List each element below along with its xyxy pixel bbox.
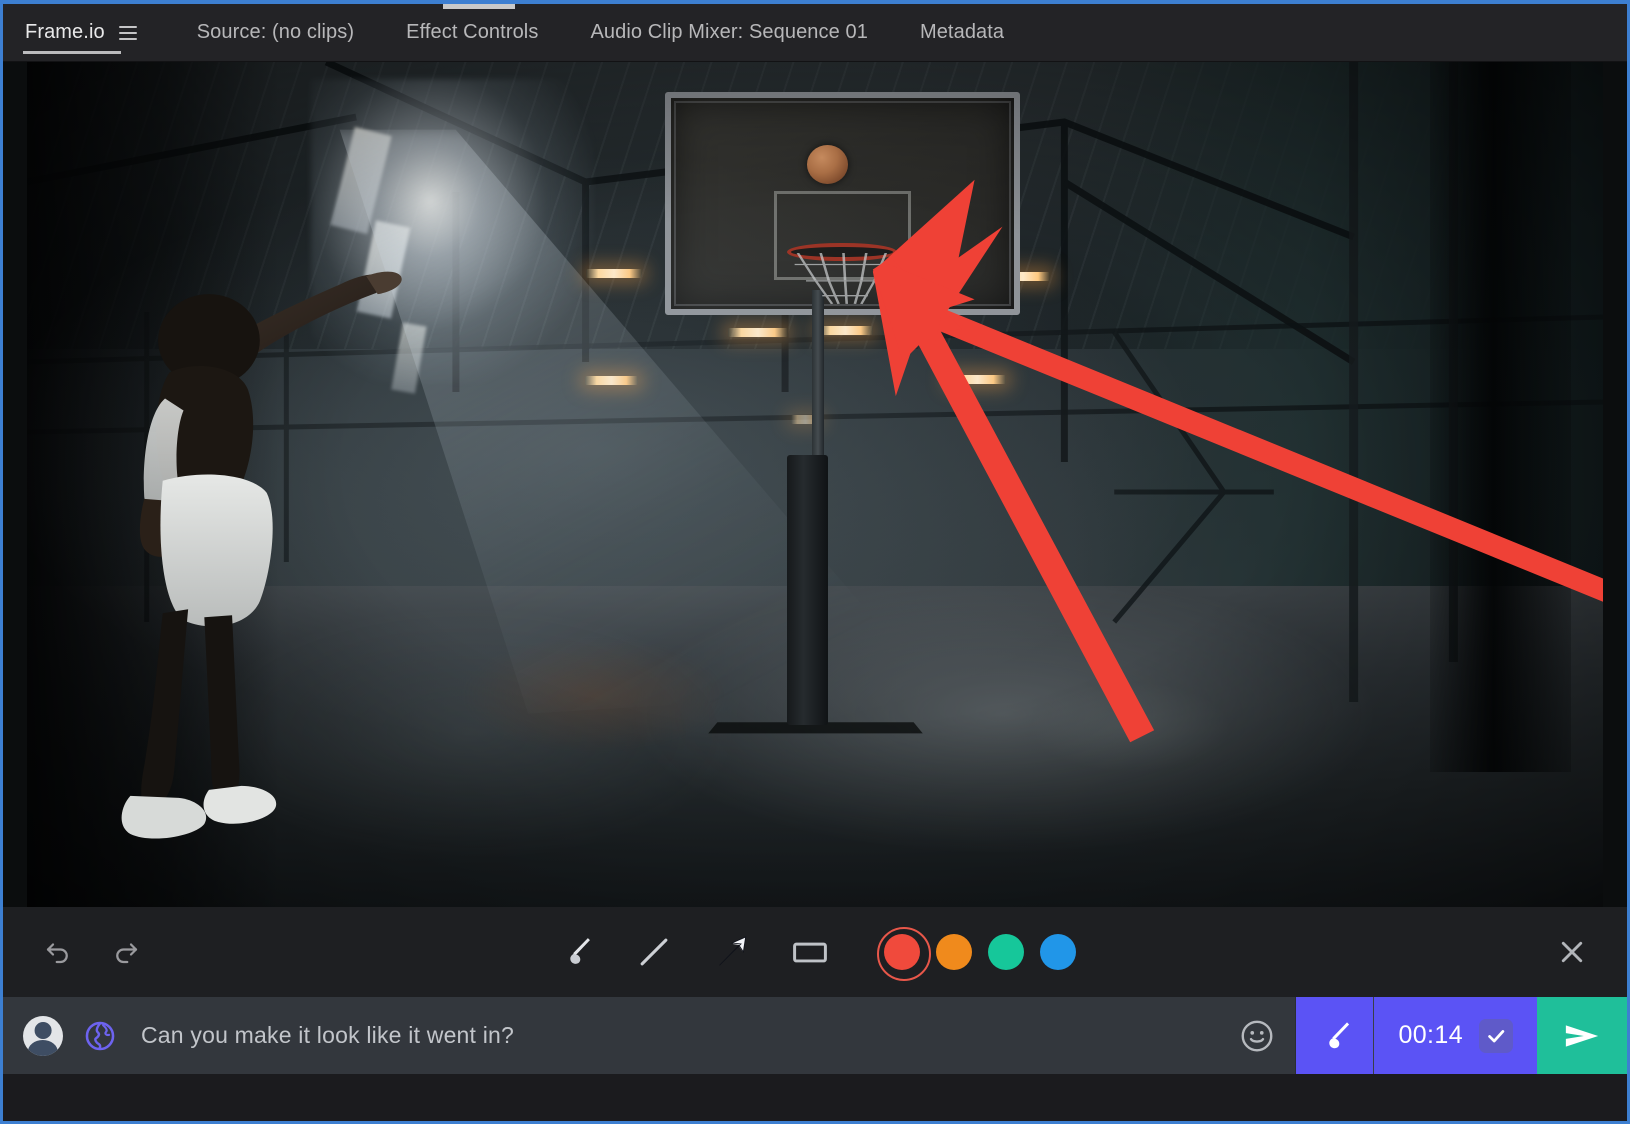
annotation-toolbar <box>3 907 1627 997</box>
hoop-pole-padding <box>786 454 828 726</box>
video-viewer[interactable] <box>3 62 1627 907</box>
color-swatch-blue[interactable] <box>1040 934 1076 970</box>
tab-effect-controls-label: Effect Controls <box>406 21 539 43</box>
tab-source[interactable]: Source: (no clips) <box>195 4 356 62</box>
arrow-tool[interactable] <box>710 930 754 974</box>
close-icon <box>1561 941 1583 963</box>
avatar-body <box>27 1039 59 1056</box>
tab-audio-clip-mixer[interactable]: Audio Clip Mixer: Sequence 01 <box>588 4 870 62</box>
tab-frameio[interactable]: Frame.io <box>23 4 147 62</box>
basketball-net <box>794 252 888 305</box>
brush-tool[interactable] <box>554 930 598 974</box>
close-annotation-wrap <box>1553 933 1591 971</box>
hamburger-menu-icon[interactable] <box>118 25 137 40</box>
rectangle-icon <box>793 942 827 963</box>
globe-icon[interactable] <box>83 1019 117 1053</box>
send-icon <box>1565 1024 1599 1047</box>
basketball-player-silhouette <box>121 271 402 839</box>
scene-warehouse-basketball <box>27 62 1603 907</box>
comment-bar: /* value bound below */ 00:14 <box>3 997 1627 1074</box>
panel-tab-bar: Frame.io Source: (no clips) Effect Contr… <box>3 4 1627 62</box>
draw-toggle-button[interactable] <box>1295 997 1374 1074</box>
video-frame[interactable] <box>27 62 1603 907</box>
color-swatch-red[interactable] <box>877 927 931 981</box>
brush-icon <box>570 938 590 964</box>
undo-icon <box>46 943 68 964</box>
hoop-pole <box>811 290 825 460</box>
tab-audio-clip-mixer-label: Audio Clip Mixer: Sequence 01 <box>590 21 868 43</box>
window-tab-stub <box>443 4 515 9</box>
arrow-icon <box>719 936 747 966</box>
line-tool[interactable] <box>632 930 676 974</box>
frameio-review-panel: Frame.io Source: (no clips) Effect Contr… <box>0 0 1630 1124</box>
basketball <box>807 144 849 184</box>
timestamp-button[interactable]: 00:14 <box>1373 997 1537 1074</box>
close-annotation-button[interactable] <box>1553 933 1591 971</box>
brush-icon <box>1329 1021 1350 1048</box>
tab-effect-controls[interactable]: Effect Controls <box>404 4 540 62</box>
undo-button[interactable] <box>39 933 77 971</box>
rectangle-tool[interactable] <box>788 930 832 974</box>
emoji-icon <box>1242 1020 1273 1051</box>
tab-frameio-label: Frame.io <box>25 21 105 43</box>
send-button[interactable] <box>1537 997 1627 1074</box>
drawing-tools <box>554 927 1076 981</box>
redo-icon <box>116 943 138 964</box>
avatar[interactable] <box>23 1015 63 1056</box>
comment-input[interactable] <box>117 997 1220 1074</box>
color-swatch-orange[interactable] <box>936 934 972 970</box>
history-controls <box>39 933 145 971</box>
color-swatch-teal[interactable] <box>988 934 1024 970</box>
emoji-button[interactable] <box>1219 997 1295 1074</box>
tab-metadata[interactable]: Metadata <box>918 4 1006 62</box>
avatar-head <box>34 1021 52 1039</box>
color-swatches <box>877 927 1076 981</box>
tab-source-label: Source: (no clips) <box>196 21 355 43</box>
check-icon <box>1488 1029 1505 1042</box>
line-icon <box>640 938 668 966</box>
timestamp-label: 00:14 <box>1398 1021 1463 1049</box>
redo-button[interactable] <box>107 933 145 971</box>
timestamp-checkbox[interactable] <box>1479 1018 1513 1053</box>
tab-metadata-label: Metadata <box>919 21 1005 43</box>
